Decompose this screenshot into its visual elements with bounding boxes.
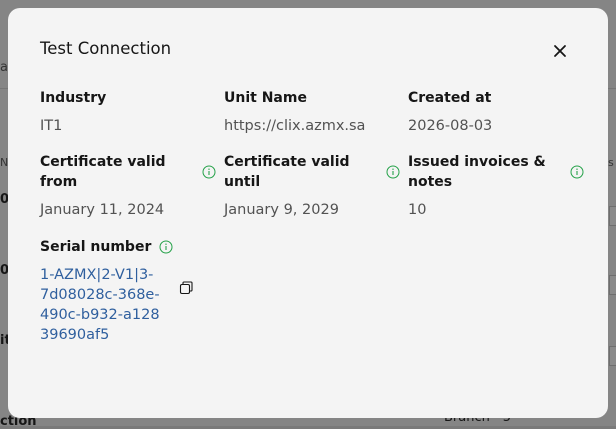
- test-connection-modal: Test Connection Industry IT1 Unit Name h…: [8, 8, 608, 418]
- close-button[interactable]: [552, 43, 568, 59]
- copy-icon: [179, 281, 193, 295]
- info-icon[interactable]: [386, 165, 400, 179]
- field-label: Issued invoices & notes: [408, 154, 546, 190]
- field-certificate-valid-until: Certificate valid until January 9, 2029: [224, 152, 400, 220]
- serial-number-value: 1-AZMX|2-V1|3-7d08028c-368e-490c-b932-a1…: [40, 267, 160, 343]
- field-created-at: Created at 2026-08-03: [408, 88, 584, 136]
- field-certificate-valid-from: Certificate valid from January 11, 2024: [40, 152, 216, 220]
- copy-button[interactable]: [178, 280, 194, 296]
- field-value: 10: [408, 202, 427, 218]
- field-label: Created at: [408, 90, 492, 106]
- field-label: Industry: [40, 90, 107, 106]
- field-value: IT1: [40, 118, 63, 134]
- field-issued-invoices: Issued invoices & notes 10: [408, 152, 584, 220]
- info-icon[interactable]: [570, 165, 584, 179]
- field-label: Certificate valid until: [224, 154, 350, 190]
- field-value: January 11, 2024: [40, 202, 165, 218]
- info-icon[interactable]: [159, 240, 173, 254]
- field-industry: Industry IT1: [40, 88, 216, 136]
- field-unit-name: Unit Name https://clix.azmx.sa: [224, 88, 400, 136]
- field-value: https://clix.azmx.sa: [224, 118, 366, 134]
- field-label: Serial number: [40, 239, 152, 255]
- field-label: Unit Name: [224, 90, 307, 106]
- modal-title: Test Connection: [40, 39, 172, 58]
- field-value: January 9, 2029: [224, 202, 339, 218]
- field-serial-number: Serial number: [40, 237, 240, 257]
- info-icon[interactable]: [202, 165, 216, 179]
- close-icon: [554, 45, 566, 57]
- field-label: Certificate valid from: [40, 154, 166, 190]
- field-value: 2026-08-03: [408, 118, 493, 134]
